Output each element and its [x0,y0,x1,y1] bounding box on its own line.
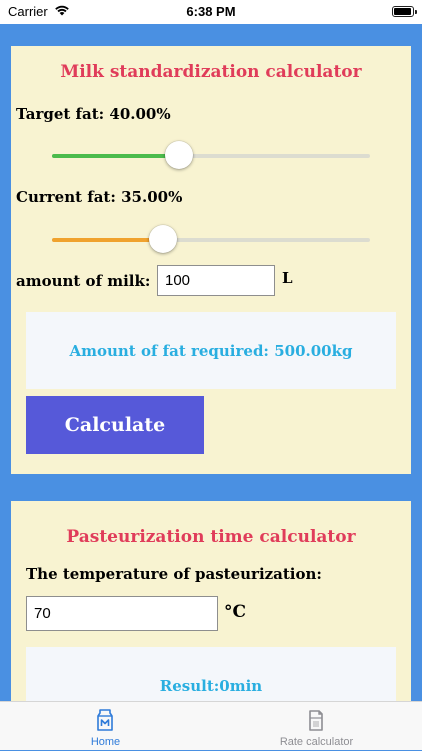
clock-time: 6:38 PM [186,4,236,19]
pasteurization-result-text: Result:0min [159,677,263,695]
milk-box-icon [305,708,327,732]
pasteurization-card: Pasteurization time calculator The tempe… [11,501,411,707]
tab-rate-calculator[interactable]: Rate calculator [211,702,422,751]
pasteurization-title: Pasteurization time calculator [66,527,356,547]
target-fat-slider-thumb[interactable] [165,141,194,169]
current-fat-label: Current fat: 35.00% [16,188,183,206]
calculate-button[interactable]: Calculate [26,396,204,454]
current-fat-track-fill [52,238,164,242]
milk-amount-input[interactable] [157,265,275,296]
battery-icon [392,6,417,17]
fat-result-panel: Amount of fat required: 500.00kg [26,312,396,389]
milk-standardization-card: Milk standardization calculator Target f… [11,46,411,474]
milk-standardization-title: Milk standardization calculator [60,62,362,82]
fat-result-text: Amount of fat required: 500.00kg [69,342,353,360]
tab-home-label: Home [90,736,121,748]
current-fat-slider-thumb[interactable] [149,225,178,253]
temperature-label: The temperature of pasteurization: [26,565,322,583]
temperature-input[interactable] [26,596,218,631]
milk-unit-label: L [282,269,293,287]
target-fat-slider[interactable] [52,141,370,171]
status-bar: Carrier 6:38 PM [0,0,422,24]
target-fat-track-fill [52,154,180,158]
pasteurization-result-panel: Result:0min [26,647,396,707]
tab-bar: Home Rate calculator [0,701,422,750]
current-fat-slider[interactable] [52,225,370,255]
target-fat-label: Target fat: 40.00% [16,105,171,123]
milk-carton-icon [94,708,116,732]
tab-home[interactable]: Home [0,702,211,751]
top-background [0,24,422,46]
temperature-unit-label: °C [224,602,247,622]
milk-amount-label: amount of milk: [16,272,151,290]
tab-rate-calculator-label: Rate calculator [279,736,354,748]
